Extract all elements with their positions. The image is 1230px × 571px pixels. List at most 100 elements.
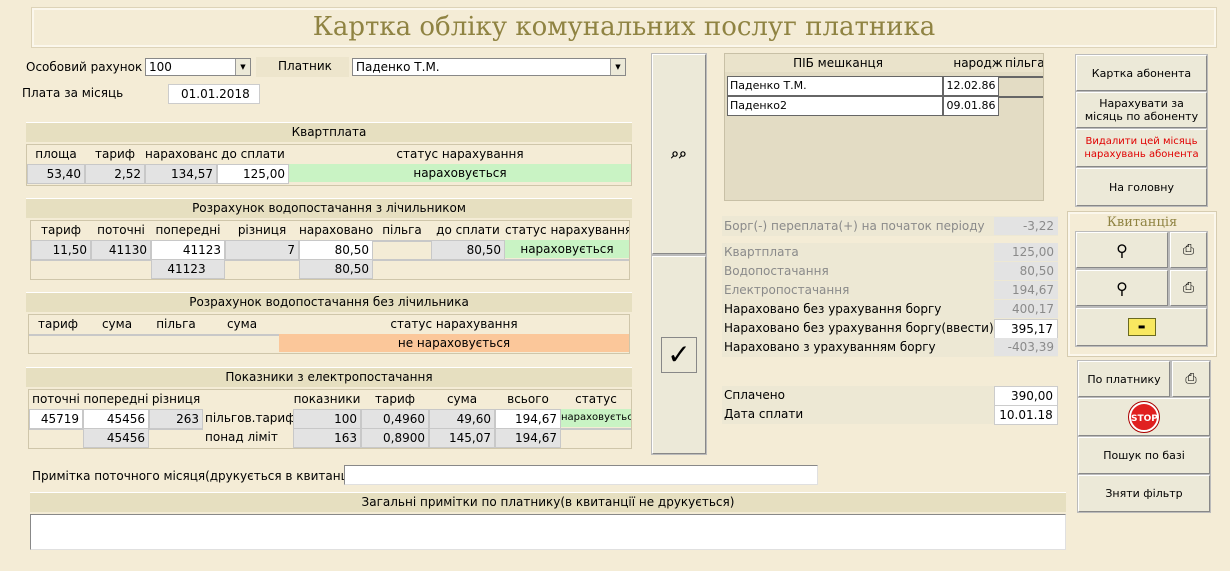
db-search-button[interactable]: Пошук по базі xyxy=(1077,436,1211,475)
search-button[interactable]: ⌕⌕ xyxy=(651,53,707,255)
printer-icon: ⎙ xyxy=(1182,279,1195,296)
table-cell xyxy=(373,259,431,261)
table-cell xyxy=(431,259,505,261)
payer-value: Паденко Т.М. xyxy=(356,60,440,74)
paid-date-row: Дата сплати 10.01.18 xyxy=(722,405,1058,425)
email-receipt-button[interactable]: ▬ xyxy=(1075,307,1208,347)
print-receipt-button[interactable]: ⎙ xyxy=(1169,231,1208,269)
resident-name[interactable]: Паденко Т.М. xyxy=(727,76,943,96)
paid-date-input[interactable]: 10.01.18 xyxy=(994,405,1058,425)
col-header: площа xyxy=(27,145,85,163)
stop-icon: STOP xyxy=(1128,401,1160,433)
resident-benefit[interactable] xyxy=(999,76,1043,78)
table-cell xyxy=(149,428,203,430)
debt-value: -3,22 xyxy=(994,217,1058,235)
col-header: статус нарахування xyxy=(505,221,629,239)
table-cell[interactable]: 194,67 xyxy=(495,409,561,429)
table-cell: понад ліміт xyxy=(205,430,278,444)
resident-born[interactable]: 12.02.86 xyxy=(943,76,999,96)
paid-input[interactable]: 390,00 xyxy=(994,386,1058,406)
chevron-down-icon[interactable]: ▼ xyxy=(235,59,250,75)
charge-month-button[interactable]: Нарахувати за місяць по абоненту xyxy=(1075,91,1208,129)
debt-row: Борг(-) переплата(+) на початок періоду … xyxy=(722,216,1058,236)
to-pay-field[interactable]: 125,00 xyxy=(217,164,289,184)
confirm-button[interactable]: ✓ xyxy=(651,255,707,455)
table-cell[interactable]: 45456 xyxy=(83,409,149,429)
table-cell: 41123 xyxy=(151,259,225,279)
account-value: 100 xyxy=(149,60,172,74)
table-cell xyxy=(225,259,299,261)
water-label: Водопостачання xyxy=(724,264,829,278)
kvartplata-title: Квартплата xyxy=(26,122,632,142)
month-label: Плата за місяць xyxy=(22,86,124,100)
card-button[interactable]: Картка абонента xyxy=(1075,54,1208,92)
paid-label: Сплачено xyxy=(724,388,785,402)
status-badge: нараховується xyxy=(505,240,629,258)
table-cell: пільгов.тариф xyxy=(205,411,293,425)
delete-month-button[interactable]: Видалити цей місяць нарахувань абонента xyxy=(1075,128,1208,168)
table-cell xyxy=(147,334,205,336)
resident-name[interactable]: Паденко2 xyxy=(727,96,943,116)
general-notes-title: Загальні примітки по платнику(в квитанці… xyxy=(30,492,1066,512)
magnifier-icon: ⚲ xyxy=(1116,278,1128,298)
page-title: Картка обліку комунальних послуг платник… xyxy=(31,7,1217,48)
note-month-input[interactable] xyxy=(344,465,818,485)
summary-row: Електропостачання 194,67 xyxy=(722,281,1058,300)
by-payer-button[interactable]: По платнику xyxy=(1077,360,1171,398)
col-header: пільга xyxy=(373,221,431,239)
water-meter-title: Розрахунок водопостачання з лічильником xyxy=(26,198,632,218)
home-button[interactable]: На головну xyxy=(1075,167,1208,207)
chevron-down-icon[interactable]: ▼ xyxy=(610,59,625,75)
charged-nodebt-label: Нараховано без урахування боргу xyxy=(724,302,942,316)
col-header: статус xyxy=(561,390,631,408)
electro-table: поточні попередні різниця показники тари… xyxy=(28,389,632,449)
table-cell[interactable]: 80,50 xyxy=(299,240,373,260)
remove-filter-button[interactable]: Зняти фільтр xyxy=(1077,474,1211,513)
col-header: пільга xyxy=(147,315,205,333)
receipt-title: Квитанція xyxy=(1106,215,1178,230)
debt-label: Борг(-) переплата(+) на початок періоду xyxy=(724,219,985,233)
kvartplata-table: площа тариф нараховано до сплати статус … xyxy=(26,144,632,186)
charged-nodebt-input[interactable]: 395,17 xyxy=(994,319,1058,339)
month-field[interactable]: 01.01.2018 xyxy=(168,84,260,104)
col-header: пільга xyxy=(1005,54,1043,72)
summary-row: Нараховано без урахування боргу 400,17 xyxy=(722,300,1058,319)
col-header: до сплати xyxy=(431,221,505,239)
table-cell: 0,8900 xyxy=(361,428,429,448)
charged-nodebt-value: 400,17 xyxy=(994,300,1058,318)
printer-icon: ⎙ xyxy=(1185,370,1197,387)
account-combo[interactable]: 100 ▼ xyxy=(145,58,251,76)
preview-receipt2-button[interactable]: ⚲ xyxy=(1075,269,1169,307)
table-cell: 11,50 xyxy=(31,240,91,260)
electro-label: Електропостачання xyxy=(724,283,850,297)
summary-row: Нараховано без урахування боргу(ввести) … xyxy=(722,319,1058,339)
table-cell[interactable]: 45719 xyxy=(29,409,83,429)
table-cell: 100 xyxy=(293,409,361,429)
col-header: сума xyxy=(205,315,279,333)
resident-benefit[interactable] xyxy=(999,96,1043,98)
table-cell[interactable]: 41123 xyxy=(151,240,225,260)
status-badge: нараховується xyxy=(289,164,631,182)
table-cell: 145,07 xyxy=(429,428,495,448)
table-cell: 80,50 xyxy=(431,240,505,260)
col-header: показники xyxy=(293,390,361,408)
preview-receipt-button[interactable]: ⚲ xyxy=(1075,231,1169,269)
summary-row: Квартплата 125,00 xyxy=(722,243,1058,262)
print-payer-button[interactable]: ⎙ xyxy=(1171,360,1211,398)
charged-debt-label: Нараховано з урахуванням боргу xyxy=(724,340,936,354)
col-header: сума xyxy=(87,315,147,333)
payer-combo[interactable]: Паденко Т.М. ▼ xyxy=(352,58,626,76)
magnifier-icon: ⚲ xyxy=(1116,240,1128,260)
resident-born[interactable]: 09.01.86 xyxy=(943,96,999,116)
table-cell xyxy=(205,334,279,336)
print-receipt2-button[interactable]: ⎙ xyxy=(1169,269,1208,307)
table-cell[interactable] xyxy=(373,240,431,242)
water-meter-table: тариф поточні попередні різниця нарахова… xyxy=(30,220,630,280)
general-notes-input[interactable] xyxy=(30,514,1066,550)
col-header: тариф xyxy=(361,390,429,408)
charged-nodebt-input-label: Нараховано без урахування боргу(ввести) xyxy=(724,321,994,335)
table-cell xyxy=(561,428,631,430)
col-header: різниця xyxy=(225,221,299,239)
stop-button[interactable]: STOP xyxy=(1077,397,1211,437)
charged-value: 134,57 xyxy=(145,164,217,184)
